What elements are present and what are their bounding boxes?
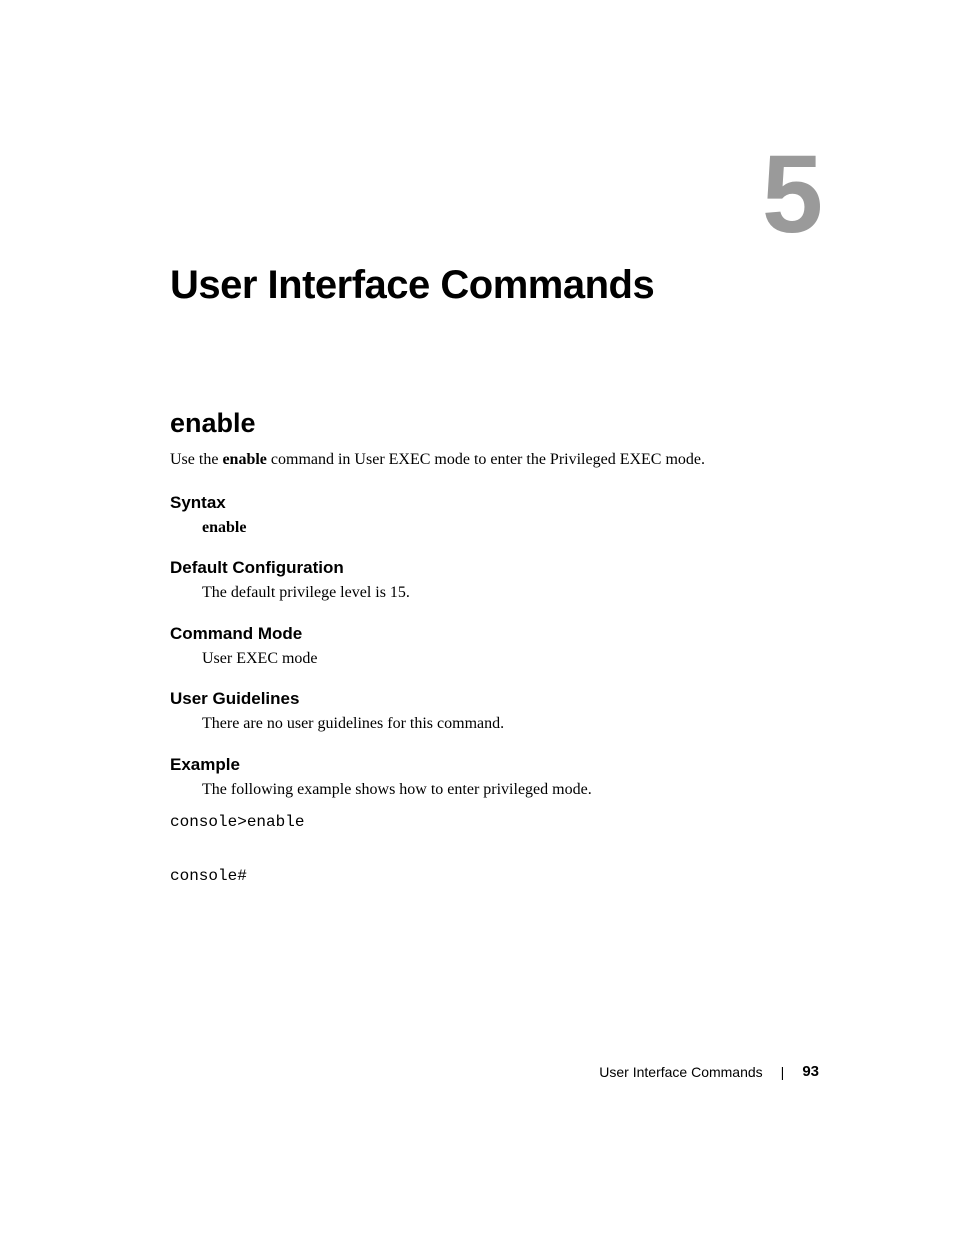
page-footer: User Interface Commands | 93	[599, 1063, 819, 1080]
footer-section: User Interface Commands	[599, 1064, 762, 1080]
command-mode-heading: Command Mode	[170, 624, 819, 644]
default-config-text: The default privilege level is 15.	[202, 582, 819, 604]
section-intro: Use the enable command in User EXEC mode…	[170, 449, 819, 471]
syntax-block: enable	[202, 517, 819, 539]
content-area: User Interface Commands enable Use the e…	[170, 263, 819, 900]
chapter-title: User Interface Commands	[170, 263, 819, 308]
user-guidelines-block: There are no user guidelines for this co…	[202, 713, 819, 735]
chapter-number: 5	[762, 140, 819, 250]
default-config-block: The default privilege level is 15.	[202, 582, 819, 604]
example-block: The following example shows how to enter…	[202, 779, 819, 801]
syntax-text: enable	[202, 517, 819, 539]
user-guidelines-heading: User Guidelines	[170, 689, 819, 709]
footer-page-number: 93	[802, 1063, 819, 1080]
syntax-heading: Syntax	[170, 493, 819, 513]
example-heading: Example	[170, 755, 819, 775]
section-title: enable	[170, 408, 819, 439]
footer-divider: |	[781, 1064, 785, 1080]
document-page: 5 User Interface Commands enable Use the…	[0, 0, 954, 1235]
example-code: console>enable console#	[170, 809, 819, 891]
intro-bold: enable	[222, 451, 266, 468]
command-mode-text: User EXEC mode	[202, 648, 819, 670]
intro-prefix: Use the	[170, 451, 222, 468]
intro-suffix: command in User EXEC mode to enter the P…	[267, 451, 705, 468]
default-config-heading: Default Configuration	[170, 558, 819, 578]
example-text: The following example shows how to enter…	[202, 779, 819, 801]
user-guidelines-text: There are no user guidelines for this co…	[202, 713, 819, 735]
command-mode-block: User EXEC mode	[202, 648, 819, 670]
